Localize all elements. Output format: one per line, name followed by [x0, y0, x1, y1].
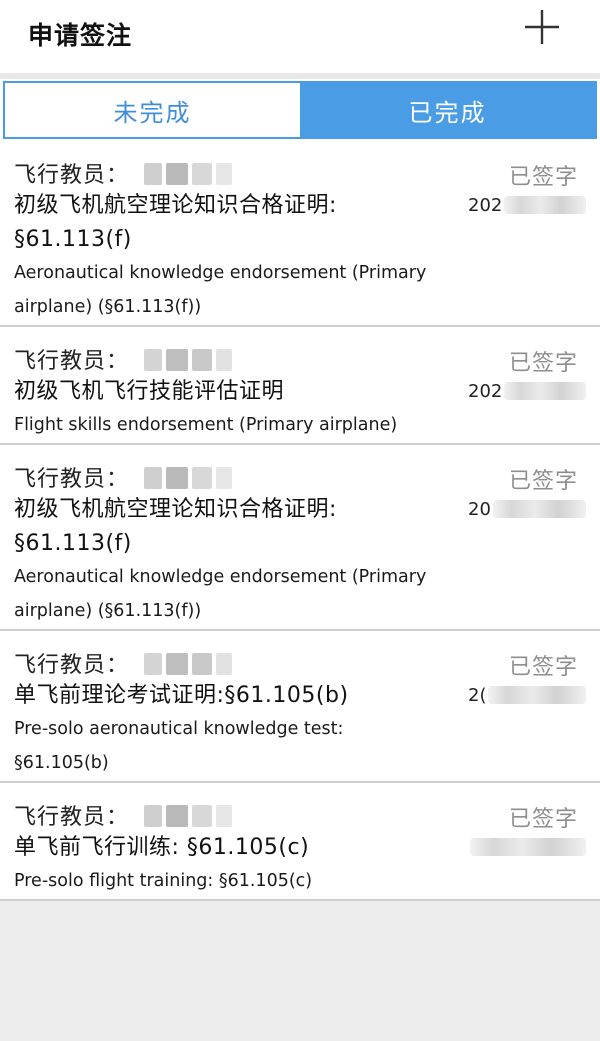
- instructor-label: 飞行教员：: [14, 163, 130, 188]
- sign-date: 202: [468, 379, 586, 403]
- instructor-label: 飞行教员：: [14, 349, 130, 374]
- sign-date: 2(: [468, 683, 586, 707]
- endorsement-title-en: airplane) (§61.113(f)): [14, 601, 202, 621]
- instructor-name-redacted: [144, 653, 234, 675]
- sign-date-redacted: [470, 838, 586, 856]
- tab-completed[interactable]: 已完成: [300, 83, 595, 137]
- endorsement-list-item[interactable]: 飞行教员： 已签字初级飞机飞行技能评估证明 Flight skills endors…: [0, 327, 600, 445]
- redaction-block: [166, 163, 188, 185]
- instructor-name-redacted: [144, 349, 234, 371]
- endorsement-title-en: §61.105(b): [14, 753, 109, 773]
- instructor-label: 飞行教员：: [14, 467, 130, 492]
- endorsement-details: 单飞前理论考试证明:§61.105(b) Pre-solo aeronautica…: [14, 679, 586, 781]
- redaction-block: [216, 467, 232, 489]
- redaction-block: [144, 805, 162, 827]
- status-badge: 已签字: [508, 655, 578, 680]
- instructor-name-redacted: [144, 163, 234, 185]
- endorsement-title-cn: §61.113(f): [14, 531, 132, 556]
- instructor-row: 飞行教员： 已签字: [14, 631, 586, 680]
- add-button[interactable]: [518, 4, 566, 50]
- instructor-label: 飞行教员：: [14, 653, 130, 678]
- sign-date-redacted: [492, 500, 586, 518]
- status-badge: 已签字: [508, 351, 578, 376]
- redaction-block: [216, 805, 232, 827]
- plus-icon: [525, 10, 559, 44]
- segment-control: 未完成 已完成: [3, 81, 597, 139]
- instructor-name-redacted: [144, 805, 234, 827]
- sign-date-redacted: [488, 686, 586, 704]
- sign-date-prefix: 20: [468, 498, 491, 520]
- segment-control-container: 未完成 已完成: [0, 79, 600, 141]
- redaction-block: [216, 163, 232, 185]
- endorsement-title-cn: 初级飞机飞行技能评估证明: [14, 379, 285, 404]
- redaction-block: [166, 467, 188, 489]
- endorsement-details: 初级飞机航空理论知识合格证明: §61.113(f) Aeronautical kn…: [14, 189, 586, 325]
- sign-date-prefix: 202: [468, 380, 503, 402]
- redaction-block: [166, 349, 188, 371]
- endorsement-title-en: airplane) (§61.113(f)): [14, 297, 202, 317]
- endorsement-list-item[interactable]: 飞行教员： 已签字初级飞机航空理论知识合格证明: §61.113(f) Aeronau…: [0, 141, 600, 327]
- sign-date-prefix: 2(: [468, 684, 487, 706]
- endorsement-title-cn: §61.113(f): [14, 227, 132, 252]
- endorsement-title-en: Pre-solo flight training: §61.105(c): [14, 871, 313, 891]
- redaction-block: [166, 653, 188, 675]
- endorsement-title-en: Pre-solo aeronautical knowledge test:: [14, 719, 344, 739]
- redaction-block: [192, 653, 212, 675]
- endorsement-list-item[interactable]: 飞行教员： 已签字单飞前飞行训练: §61.105(c) Pre-solo flig…: [0, 783, 600, 901]
- sign-date-redacted: [504, 196, 586, 214]
- redaction-block: [192, 163, 212, 185]
- sign-date-redacted: [504, 382, 586, 400]
- endorsement-title-cn: 单飞前飞行训练: §61.105(c): [14, 835, 310, 860]
- redaction-block: [192, 349, 212, 371]
- redaction-block: [192, 467, 212, 489]
- redaction-block: [216, 349, 232, 371]
- redaction-block: [192, 805, 212, 827]
- status-badge: 已签字: [508, 165, 578, 190]
- status-badge: 已签字: [508, 807, 578, 832]
- endorsement-details: 单飞前飞行训练: §61.105(c) Pre-solo flight train…: [14, 831, 586, 899]
- sign-date: [468, 835, 586, 859]
- redaction-block: [144, 653, 162, 675]
- endorsement-title-en: Aeronautical knowledge endorsement (Prim…: [14, 567, 427, 587]
- tab-incomplete[interactable]: 未完成: [5, 83, 300, 137]
- endorsement-title-cn: 单飞前理论考试证明:§61.105(b): [14, 683, 349, 708]
- instructor-row: 飞行教员： 已签字: [14, 783, 586, 832]
- endorsement-details: 初级飞机航空理论知识合格证明: §61.113(f) Aeronautical kn…: [14, 493, 586, 629]
- redaction-block: [144, 163, 162, 185]
- endorsement-title-cn: 初级飞机航空理论知识合格证明:: [14, 497, 337, 522]
- instructor-row: 飞行教员： 已签字: [14, 445, 586, 494]
- redaction-block: [216, 653, 232, 675]
- endorsement-title-en: Aeronautical knowledge endorsement (Prim…: [14, 263, 427, 283]
- page-title: 申请签注: [28, 21, 133, 50]
- sign-date: 202: [468, 193, 586, 217]
- instructor-row: 飞行教员： 已签字: [14, 141, 586, 190]
- redaction-block: [166, 805, 188, 827]
- instructor-label: 飞行教员：: [14, 805, 130, 830]
- status-badge: 已签字: [508, 469, 578, 494]
- sign-date: 20: [468, 497, 586, 521]
- endorsement-list-item[interactable]: 飞行教员： 已签字初级飞机航空理论知识合格证明: §61.113(f) Aeronau…: [0, 445, 600, 631]
- endorsement-title-cn: 初级飞机航空理论知识合格证明:: [14, 193, 337, 218]
- redaction-block: [144, 349, 162, 371]
- endorsement-title-en: Flight skills endorsement (Primary airpl…: [14, 415, 398, 435]
- instructor-row: 飞行教员： 已签字: [14, 327, 586, 376]
- endorsement-list: 飞行教员： 已签字 初级飞机航空理论知识合格证明: §61.113(f) Aeronau…: [0, 141, 600, 901]
- endorsement-list-item[interactable]: 飞行教员： 已签字单飞前理论考试证明:§61.105(b) Pre-solo aer…: [0, 631, 600, 783]
- endorsement-details: 初级飞机飞行技能评估证明 Flight skills endorsement (P…: [14, 375, 586, 443]
- redaction-block: [144, 467, 162, 489]
- sign-date-prefix: 202: [468, 194, 503, 216]
- instructor-name-redacted: [144, 467, 234, 489]
- app-header: 申请签注: [0, 0, 600, 73]
